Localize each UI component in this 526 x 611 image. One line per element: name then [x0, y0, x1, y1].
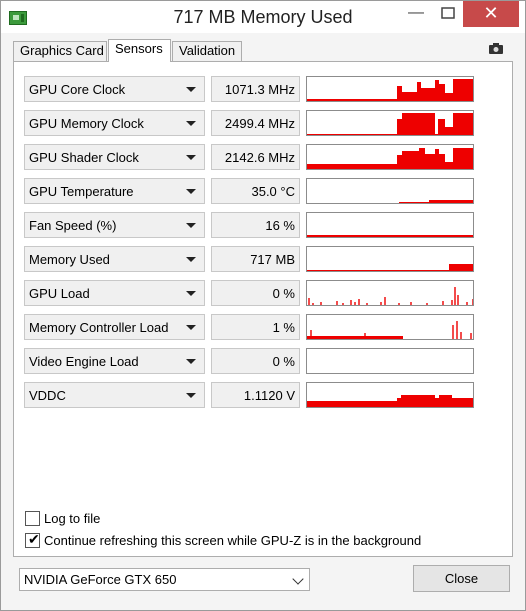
dropdown-arrow-icon — [186, 155, 196, 160]
sensor-graph-gpu-temperature — [306, 178, 474, 204]
sensor-select-gpu-shader-clock[interactable]: GPU Shader Clock — [24, 144, 205, 170]
dropdown-arrow-icon — [186, 87, 196, 92]
tab-sensors[interactable]: Sensors — [108, 39, 171, 62]
device-select-value: NVIDIA GeForce GTX 650 — [24, 572, 177, 587]
sensor-row: Memory Used 717 MB — [24, 246, 486, 272]
sensor-graph-gpu-core-clock — [306, 76, 474, 102]
close-button[interactable]: Close — [413, 565, 510, 592]
minimize-button[interactable]: — — [399, 1, 433, 27]
dropdown-arrow-icon — [186, 291, 196, 296]
sensor-select-vddc[interactable]: VDDC — [24, 382, 205, 408]
sensor-row: GPU Temperature 35.0 °C — [24, 178, 486, 204]
sensor-row: Video Engine Load 0 % — [24, 348, 486, 374]
sensor-name: GPU Shader Clock — [29, 150, 139, 165]
sensor-value: 1.1120 V — [211, 382, 300, 408]
tab-graphics-card[interactable]: Graphics Card — [13, 41, 107, 61]
sensors-panel: GPU Core Clock 1071.3 MHz GPU Memory Clo… — [13, 61, 513, 557]
sensor-name: Memory Controller Load — [29, 320, 169, 335]
chevron-down-icon — [292, 573, 304, 585]
sensor-name: Fan Speed (%) — [29, 218, 117, 233]
gpu-z-window: 717 MB Memory Used — ✕ Graphics Card Sen… — [0, 0, 526, 611]
sensor-row: GPU Load 0 % — [24, 280, 486, 306]
sensor-value: 1 % — [211, 314, 300, 340]
sensor-row: Memory Controller Load 1 % — [24, 314, 486, 340]
sensor-value: 35.0 °C — [211, 178, 300, 204]
sensor-graph-memory-controller-load — [306, 314, 474, 340]
sensor-graph-vddc — [306, 382, 474, 408]
sensor-value: 0 % — [211, 280, 300, 306]
maximize-button[interactable] — [431, 1, 465, 27]
sensor-graph-gpu-shader-clock — [306, 144, 474, 170]
tab-validation[interactable]: Validation — [172, 41, 242, 61]
log-to-file-checkbox[interactable] — [25, 511, 40, 526]
sensor-graph-gpu-load — [306, 280, 474, 306]
sensor-graph-video-engine-load — [306, 348, 474, 374]
title-bar[interactable]: 717 MB Memory Used — ✕ — [1, 1, 525, 33]
sensor-name: Video Engine Load — [29, 354, 139, 369]
sensor-select-gpu-load[interactable]: GPU Load — [24, 280, 205, 306]
checkmark-icon: ✔ — [28, 531, 40, 547]
continue-refreshing-label: Continue refreshing this screen while GP… — [44, 533, 422, 548]
dropdown-arrow-icon — [186, 393, 196, 398]
close-window-button[interactable]: ✕ — [463, 1, 519, 27]
sensor-row: Fan Speed (%) 16 % — [24, 212, 486, 238]
sensor-name: GPU Memory Clock — [29, 116, 144, 131]
sensor-name: Memory Used — [29, 252, 110, 267]
sensor-name: GPU Core Clock — [29, 82, 126, 97]
log-to-file-label: Log to file — [44, 511, 101, 526]
sensor-select-memory-used[interactable]: Memory Used — [24, 246, 205, 272]
sensor-graph-fan-speed — [306, 212, 474, 238]
sensor-value: 1071.3 MHz — [211, 76, 300, 102]
sensor-row: GPU Memory Clock 2499.4 MHz — [24, 110, 486, 136]
sensor-select-memory-controller-load[interactable]: Memory Controller Load — [24, 314, 205, 340]
sensor-row: GPU Core Clock 1071.3 MHz — [24, 76, 486, 102]
sensor-value: 717 MB — [211, 246, 300, 272]
camera-icon[interactable] — [489, 43, 503, 54]
device-select[interactable]: NVIDIA GeForce GTX 650 — [19, 568, 310, 591]
dropdown-arrow-icon — [186, 257, 196, 262]
continue-refreshing-checkbox[interactable]: ✔ — [25, 531, 40, 548]
sensor-select-gpu-memory-clock[interactable]: GPU Memory Clock — [24, 110, 205, 136]
dropdown-arrow-icon — [186, 189, 196, 194]
sensor-select-video-engine-load[interactable]: Video Engine Load — [24, 348, 205, 374]
sensor-select-gpu-temperature[interactable]: GPU Temperature — [24, 178, 205, 204]
sensor-name: GPU Load — [29, 286, 90, 301]
sensor-select-gpu-core-clock[interactable]: GPU Core Clock — [24, 76, 205, 102]
dropdown-arrow-icon — [186, 325, 196, 330]
sensor-row: GPU Shader Clock 2142.6 MHz — [24, 144, 486, 170]
sensor-name: GPU Temperature — [29, 184, 134, 199]
sensor-value: 16 % — [211, 212, 300, 238]
sensor-graph-memory-used — [306, 246, 474, 272]
dropdown-arrow-icon — [186, 359, 196, 364]
dropdown-arrow-icon — [186, 223, 196, 228]
sensor-row: VDDC 1.1120 V — [24, 382, 486, 408]
sensor-value: 0 % — [211, 348, 300, 374]
sensor-value: 2499.4 MHz — [211, 110, 300, 136]
sensor-value: 2142.6 MHz — [211, 144, 300, 170]
sensor-graph-gpu-memory-clock — [306, 110, 474, 136]
maximize-icon — [441, 7, 455, 19]
sensor-select-fan-speed[interactable]: Fan Speed (%) — [24, 212, 205, 238]
sensor-name: VDDC — [29, 388, 66, 403]
dropdown-arrow-icon — [186, 121, 196, 126]
